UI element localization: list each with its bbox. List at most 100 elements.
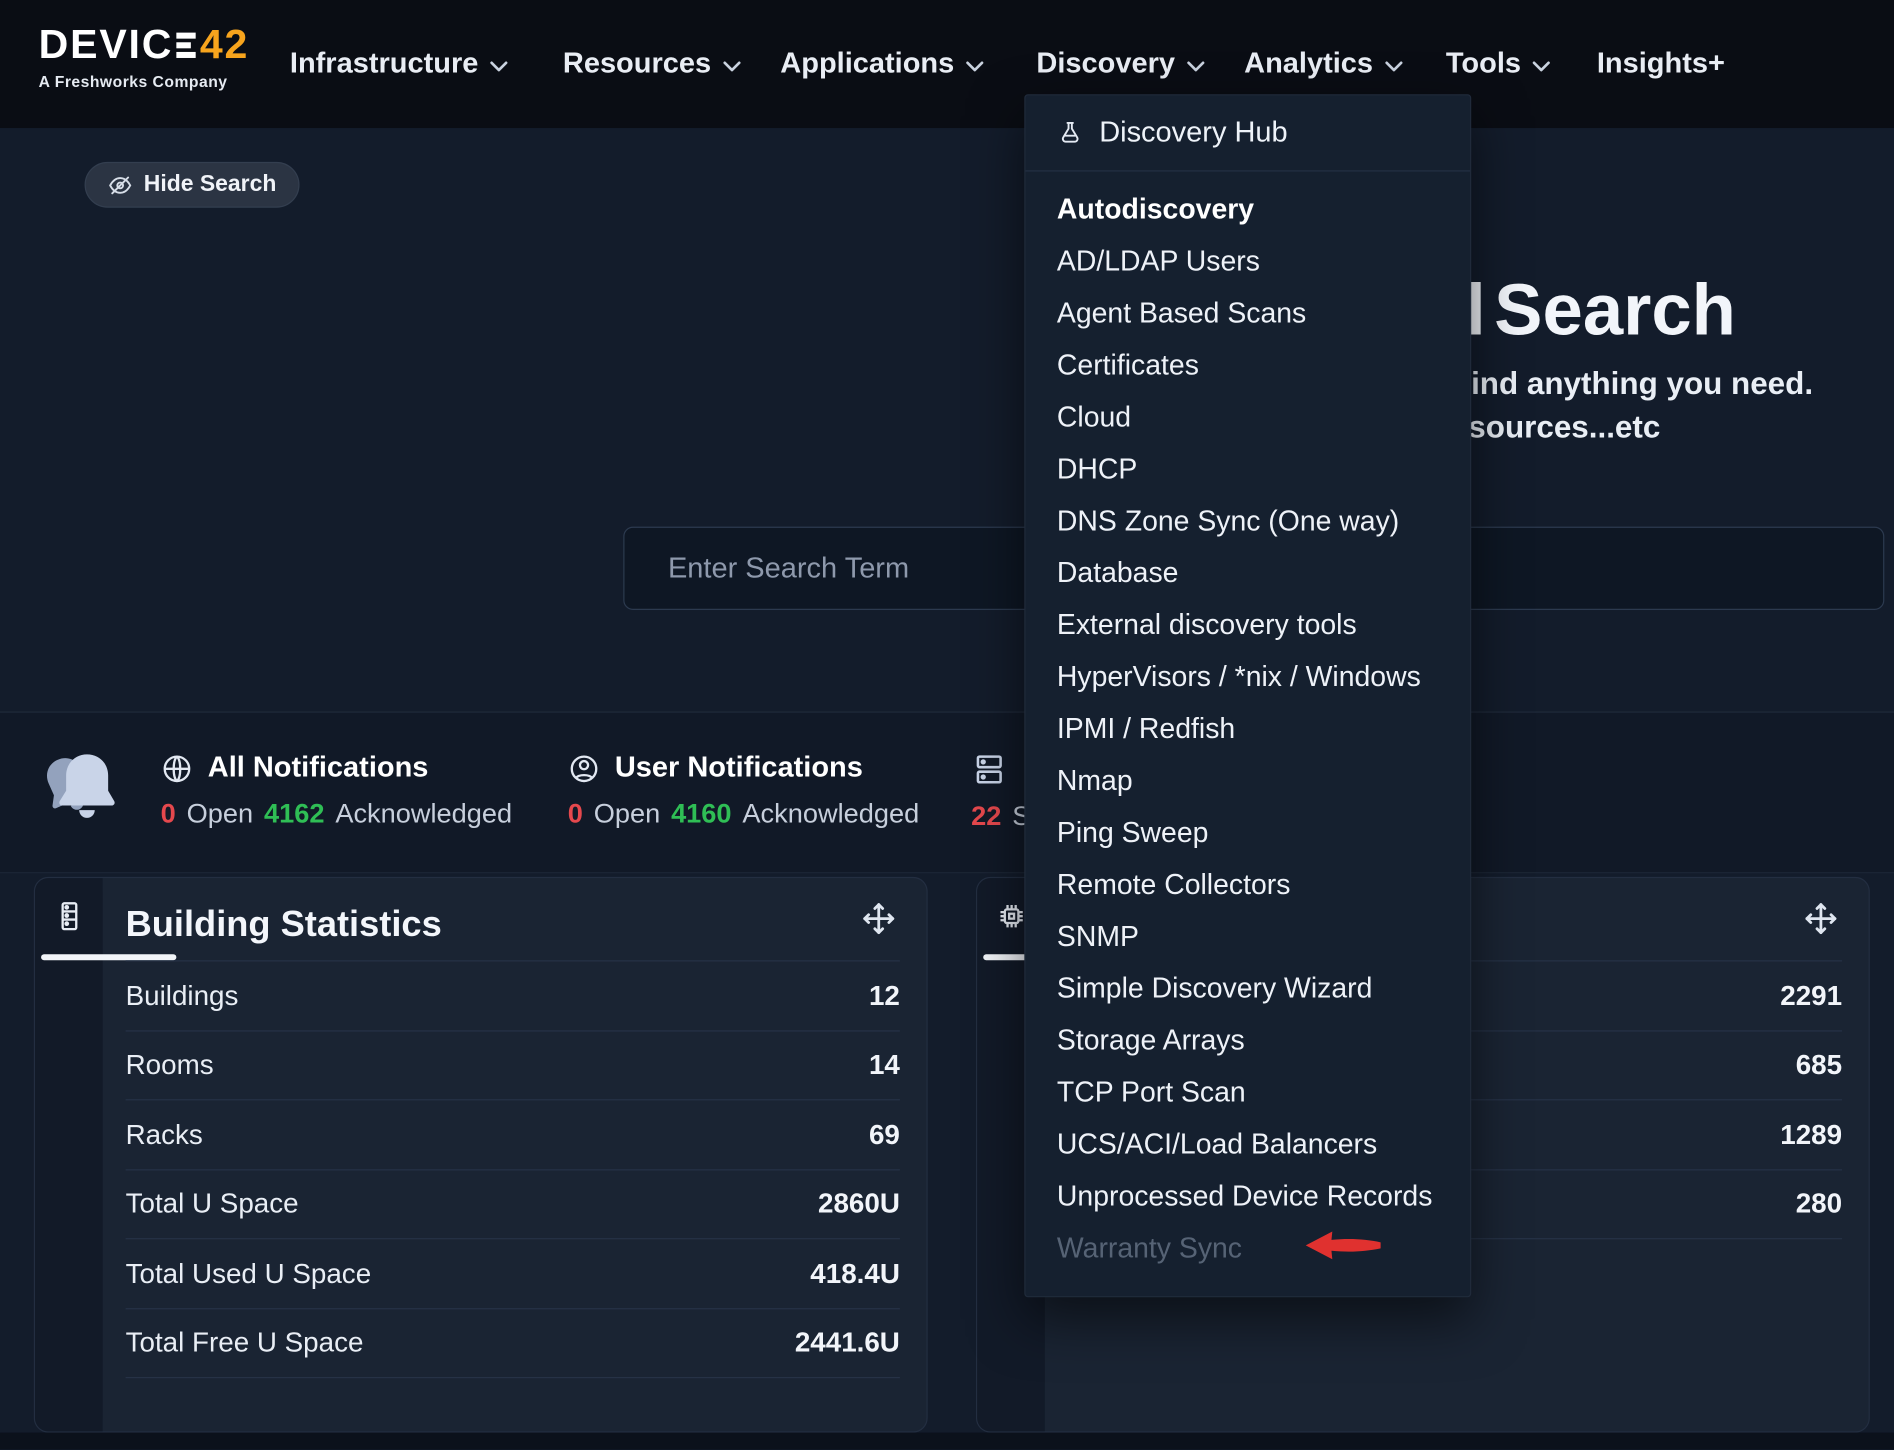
menu-item-ucs-aci-load-balancers[interactable]: UCS/ACI/Load Balancers xyxy=(1026,1119,1471,1171)
brand-logo[interactable]: DEVIC 42 A Freshworks Company xyxy=(39,22,249,91)
nav-item-insights-plus[interactable]: Insights+ xyxy=(1597,0,1725,128)
nav-item-label: Discovery xyxy=(1036,47,1175,81)
menu-item-ping-sweep[interactable]: Ping Sweep xyxy=(1026,807,1471,859)
all-notifications-title: All Notifications xyxy=(208,751,429,785)
all-open-label: Open xyxy=(187,798,253,829)
menu-item-autodiscovery[interactable]: Autodiscovery xyxy=(1026,184,1471,236)
row-value: 685 xyxy=(1796,1049,1842,1082)
menu-list: Autodiscovery AD/LDAP Users Agent Based … xyxy=(1026,172,1471,1275)
brand-name: DEVIC 42 xyxy=(39,22,249,69)
row-value: 418.4U xyxy=(810,1257,900,1290)
building-rack-icon[interactable] xyxy=(35,878,103,954)
hide-search-button[interactable]: Hide Search xyxy=(85,162,300,208)
flask-icon xyxy=(1057,120,1084,147)
all-ack-label: Acknowledged xyxy=(335,798,512,829)
row-label: Total Used U Space xyxy=(126,1257,372,1290)
menu-item-dhcp[interactable]: DHCP xyxy=(1026,443,1471,495)
menu-item-certificates[interactable]: Certificates xyxy=(1026,339,1471,391)
row-label: Total Free U Space xyxy=(126,1327,364,1360)
building-statistics-rows: Buildings 12 Rooms 14 Racks 69 Total U S… xyxy=(126,960,900,1378)
building-statistics-card: Building Statistics Buildings 12 Rooms 1… xyxy=(34,877,928,1433)
bells-icon xyxy=(41,742,133,840)
chevron-down-icon xyxy=(965,60,984,72)
user-ack-count: 4160 xyxy=(671,798,731,829)
menu-item-remote-collectors[interactable]: Remote Collectors xyxy=(1026,859,1471,911)
row-label: Total U Space xyxy=(126,1188,299,1221)
third-open-count: 22 xyxy=(971,801,1001,832)
row-value: 14 xyxy=(869,1049,900,1082)
table-row: Racks 69 xyxy=(126,1100,900,1169)
chevron-down-icon xyxy=(722,60,741,72)
third-notifications-block[interactable]: 22 S xyxy=(971,751,1030,832)
table-row: Rooms 14 xyxy=(126,1031,900,1100)
row-value: 280 xyxy=(1796,1188,1842,1221)
user-ack-label: Acknowledged xyxy=(742,798,919,829)
menu-item-discovery-hub[interactable]: Discovery Hub xyxy=(1026,95,1471,170)
menu-item-ad-ldap-users[interactable]: AD/LDAP Users xyxy=(1026,236,1471,288)
all-open-count: 0 xyxy=(161,798,176,829)
user-open-label: Open xyxy=(594,798,660,829)
menu-item-label: Discovery Hub xyxy=(1099,116,1287,150)
rack-icon xyxy=(971,751,1007,787)
menu-item-ipmi-redfish[interactable]: IPMI / Redfish xyxy=(1026,703,1471,755)
row-value: 2291 xyxy=(1780,979,1842,1012)
row-label: Buildings xyxy=(126,979,239,1012)
eye-off-icon xyxy=(108,172,133,197)
table-row: Total U Space 2860U xyxy=(126,1170,900,1239)
menu-item-storage-arrays[interactable]: Storage Arrays xyxy=(1026,1015,1471,1067)
row-value: 1289 xyxy=(1780,1118,1842,1151)
row-value: 69 xyxy=(869,1118,900,1151)
chevron-down-icon xyxy=(1532,60,1551,72)
nav-item-resources[interactable]: Resources xyxy=(563,0,741,128)
menu-item-warranty-sync: Warranty Sync xyxy=(1026,1222,1471,1274)
nav-item-label: Applications xyxy=(780,47,954,81)
chevron-down-icon xyxy=(1186,60,1205,72)
user-notifications-block[interactable]: User Notifications 0 Open 4160 Acknowled… xyxy=(568,751,919,830)
row-value: 2860U xyxy=(818,1188,900,1221)
hide-search-label: Hide Search xyxy=(144,172,277,199)
nav-item-label: Infrastructure xyxy=(290,47,478,81)
row-value: 12 xyxy=(869,979,900,1012)
globe-icon xyxy=(161,752,194,785)
menu-item-external-discovery-tools[interactable]: External discovery tools xyxy=(1026,599,1471,651)
user-notifications-title: User Notifications xyxy=(615,751,863,785)
row-value: 2441.6U xyxy=(795,1327,900,1360)
card-left-strip xyxy=(35,878,103,1431)
menu-item-database[interactable]: Database xyxy=(1026,547,1471,599)
menu-item-simple-discovery-wizard[interactable]: Simple Discovery Wizard xyxy=(1026,963,1471,1015)
nav-item-label: Analytics xyxy=(1244,47,1373,81)
menu-item-hypervisors-nix-windows[interactable]: HyperVisors / *nix / Windows xyxy=(1026,651,1471,703)
hero-subtitle-line2: resources...etc xyxy=(1439,408,1661,445)
nav-item-infrastructure[interactable]: Infrastructure xyxy=(290,0,509,128)
menu-item-agent-based-scans[interactable]: Agent Based Scans xyxy=(1026,287,1471,339)
menu-item-snmp[interactable]: SNMP xyxy=(1026,911,1471,963)
hero-subtitle-line1: Find anything you need. xyxy=(1452,365,1813,402)
footer-strip xyxy=(0,1433,1894,1450)
menu-item-unprocessed-device-records[interactable]: Unprocessed Device Records xyxy=(1026,1170,1471,1222)
user-open-count: 0 xyxy=(568,798,583,829)
row-label: Racks xyxy=(126,1118,203,1151)
discovery-dropdown-menu: Discovery Hub Autodiscovery AD/LDAP User… xyxy=(1024,94,1471,1297)
nav-item-label: Tools xyxy=(1446,47,1521,81)
table-row: Total Free U Space 2441.6U xyxy=(126,1309,900,1378)
move-handle-icon[interactable] xyxy=(860,900,897,943)
nav-item-label: Resources xyxy=(563,47,711,81)
building-statistics-title: Building Statistics xyxy=(126,905,442,946)
move-handle-icon[interactable] xyxy=(1802,900,1839,943)
top-nav: DEVIC 42 A Freshworks Company Infrastruc… xyxy=(0,0,1894,128)
brand-name-right: 42 xyxy=(200,22,249,69)
annotation-arrow-icon xyxy=(1305,1227,1382,1269)
all-notifications-block[interactable]: All Notifications 0 Open 4162 Acknowledg… xyxy=(161,751,512,830)
screen: DEVIC 42 A Freshworks Company Infrastruc… xyxy=(0,0,1894,1450)
nav-item-applications[interactable]: Applications xyxy=(780,0,984,128)
menu-item-cloud[interactable]: Cloud xyxy=(1026,391,1471,443)
table-row: Buildings 12 xyxy=(126,961,900,1030)
table-row: Total Used U Space 418.4U xyxy=(126,1239,900,1308)
menu-item-dns-zone-sync[interactable]: DNS Zone Sync (One way) xyxy=(1026,495,1471,547)
menu-item-nmap[interactable]: Nmap xyxy=(1026,755,1471,807)
user-circle-icon xyxy=(568,752,601,785)
hero-title-right: Search xyxy=(1494,268,1736,351)
all-ack-count: 4162 xyxy=(264,798,324,829)
menu-item-tcp-port-scan[interactable]: TCP Port Scan xyxy=(1026,1067,1471,1119)
app-canvas: DEVIC 42 A Freshworks Company Infrastruc… xyxy=(0,0,1894,1449)
